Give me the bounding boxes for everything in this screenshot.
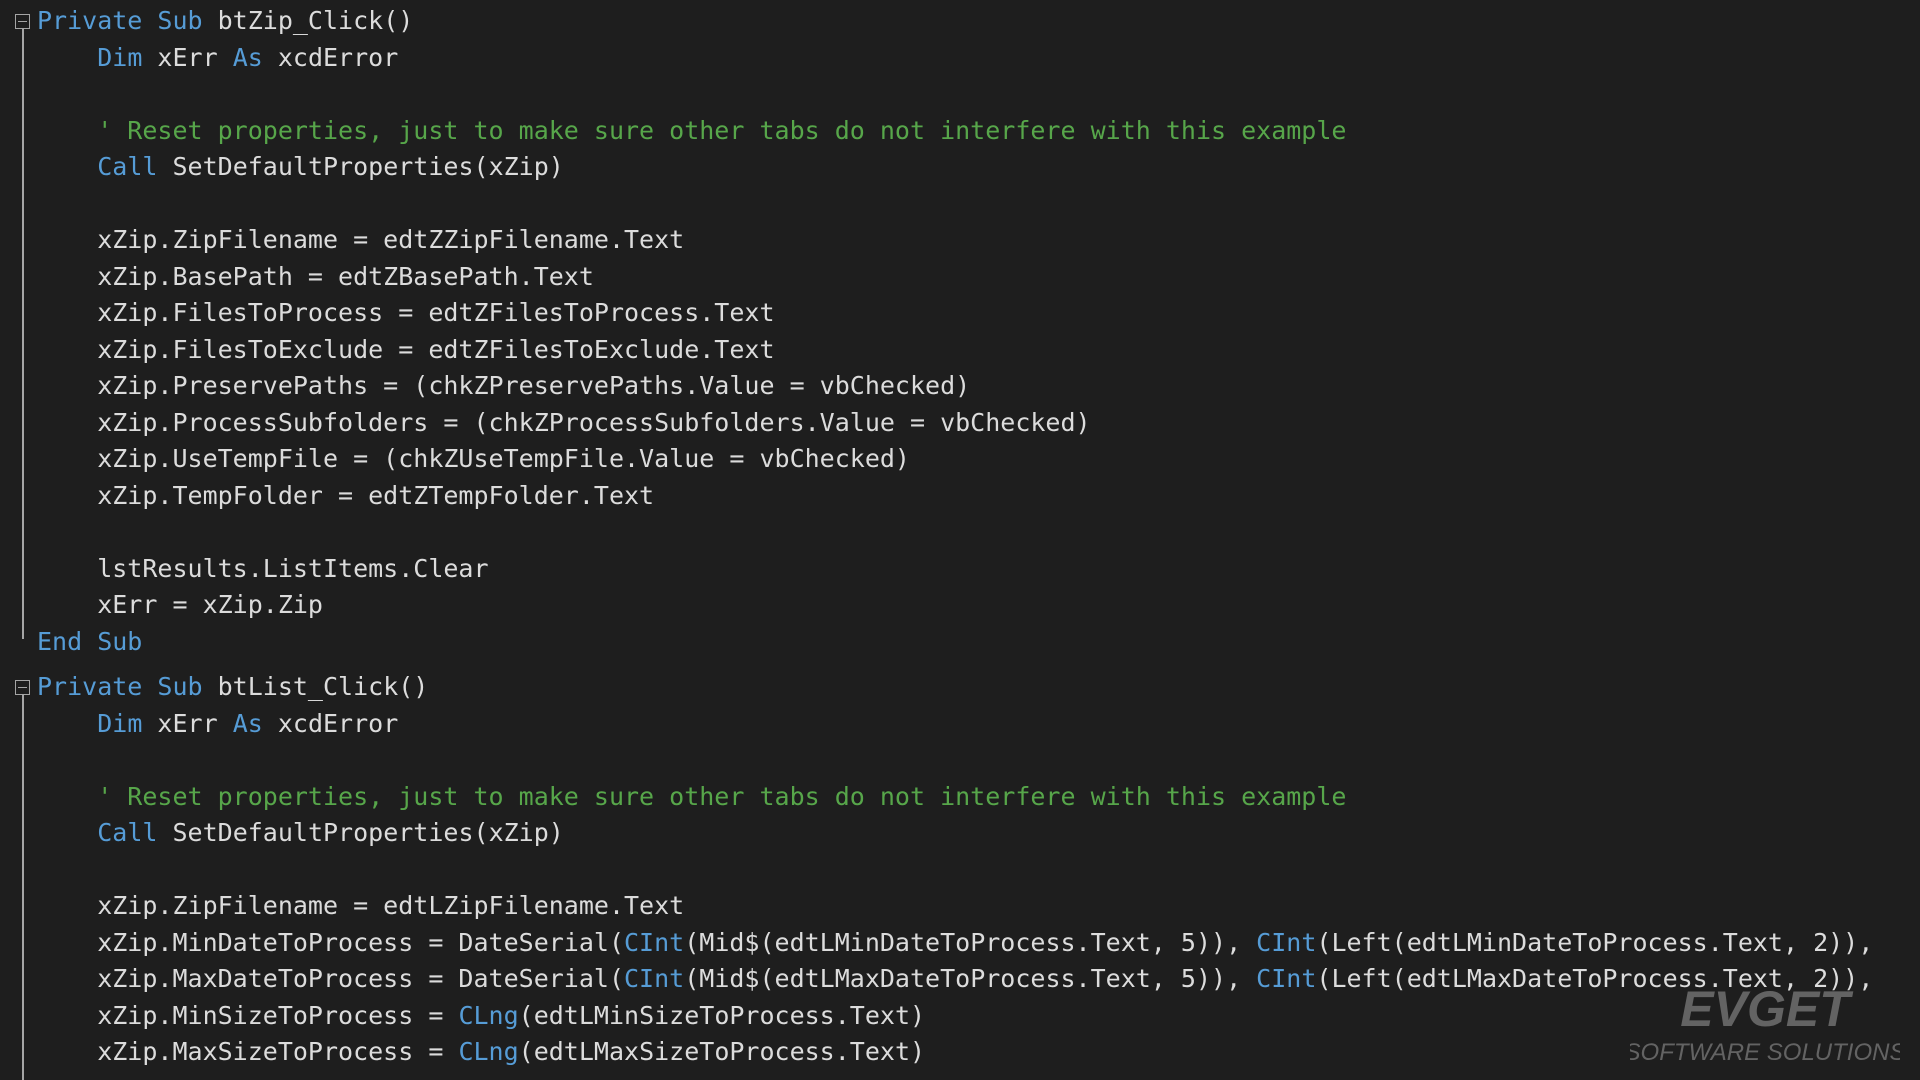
code-line[interactable]: xZip.ZipFilename = edtLZipFilename.Text [37, 888, 684, 925]
function-token: CInt [624, 964, 685, 993]
code-token: xZip.ProcessSubfolders = (chkZProcessSub… [37, 407, 1091, 437]
code-line[interactable]: xZip.FilesToExclude = edtZFilesToExclude… [37, 332, 775, 369]
function-token: CInt [1256, 964, 1317, 993]
code-line[interactable]: Call SetDefaultProperties(xZip) [37, 149, 564, 186]
code-token: (edtLMaxSizeToProcess.Text) [518, 1037, 926, 1066]
code-editor[interactable]: Private Sub btZip_Click() Dim xErr As xc… [0, 0, 1920, 1080]
code-line[interactable]: Call SetDefaultProperties(xZip) [37, 815, 564, 852]
code-line[interactable]: xZip.BasePath = edtZBasePath.Text [37, 259, 594, 296]
evget-watermark-logo: EVGET SOFTWARE SOLUTIONS [1630, 981, 1900, 1066]
code-token: (Mid$(edtLMaxDateToProcess.Text, 5)), [684, 964, 1257, 993]
keyword-token: Private Sub [37, 672, 203, 701]
code-line[interactable]: xZip.ProcessSubfolders = (chkZProcessSub… [37, 405, 1091, 442]
collapse-icon[interactable] [15, 680, 30, 695]
code-token: (Left(edtLMinDateToProcess.Text, 2)), [1316, 927, 1889, 957]
keyword-token: Dim [97, 708, 143, 738]
function-token: CLng [458, 1000, 519, 1030]
code-line[interactable]: xZip.MinDateToProcess = DateSerial(CInt(… [37, 925, 1888, 962]
code-token: xZip.BasePath = edtZBasePath.Text [37, 261, 594, 291]
code-line[interactable]: End Sub [37, 624, 142, 661]
function-token: CInt [1256, 927, 1317, 957]
code-token: xErr [142, 42, 233, 72]
keyword-token: Call [97, 152, 158, 181]
watermark-brand: EVGET [1680, 981, 1854, 1037]
function-token: CLng [458, 1037, 519, 1066]
code-line[interactable]: xZip.UseTempFile = (chkZUseTempFile.Valu… [37, 441, 910, 478]
comment-token: ' Reset properties, just to make sure ot… [37, 115, 1347, 145]
code-line[interactable]: lstResults.ListItems.Clear [37, 551, 489, 588]
keyword-token: Dim [97, 42, 143, 72]
code-line[interactable]: ' Reset properties, just to make sure ot… [37, 113, 1346, 150]
fold-guide [22, 695, 24, 1080]
code-token: xZip.TempFolder = edtZTempFolder.Text [37, 480, 655, 510]
code-line[interactable]: Dim xErr As xcdError [37, 40, 398, 77]
code-token: xZip.PreservePaths = (chkZPreservePaths.… [37, 371, 971, 400]
function-token: CInt [624, 927, 685, 957]
code-token: lstResults.ListItems.Clear [37, 553, 489, 583]
code-line[interactable]: xZip.FilesToProcess = edtZFilesToProcess… [37, 295, 775, 332]
code-line[interactable]: xZip.TempFolder = edtZTempFolder.Text [37, 478, 654, 515]
keyword-token: Private Sub [37, 6, 203, 35]
code-line[interactable]: xZip.ZipFilename = edtZZipFilename.Text [37, 222, 684, 259]
code-line[interactable]: Private Sub btZip_Click() [37, 3, 413, 40]
keyword-token: As [232, 42, 263, 72]
code-line[interactable]: xZip.MinSizeToProcess = CLng(edtLMinSize… [37, 998, 925, 1035]
code-token: SetDefaultProperties(xZip) [157, 818, 564, 847]
code-line[interactable]: xZip.MaxDateToProcess = DateSerial(CInt(… [37, 961, 1888, 998]
code-token: xZip.FilesToExclude = edtZFilesToExclude… [37, 334, 775, 364]
code-token: xErr = xZip.Zip [37, 590, 323, 619]
code-token: (edtLMinSizeToProcess.Text) [518, 1000, 926, 1030]
watermark-tagline: SOFTWARE SOLUTIONS [1630, 1039, 1900, 1066]
code-line[interactable]: xZip.MaxSizeToProcess = CLng(edtLMaxSize… [37, 1034, 925, 1071]
code-token: SetDefaultProperties(xZip) [157, 152, 564, 181]
code-token: xZip.UseTempFile = (chkZUseTempFile.Valu… [37, 444, 910, 473]
code-token: xZip.MaxSizeToProcess = [37, 1037, 459, 1066]
code-line[interactable]: Dim xErr As xcdError [37, 706, 398, 743]
code-token: xcdError [262, 708, 399, 738]
code-token: xcdError [262, 42, 399, 72]
keyword-token: As [232, 708, 263, 738]
code-token: xErr [142, 708, 233, 738]
code-token: xZip.MaxDateToProcess = DateSerial( [37, 964, 624, 993]
code-token: xZip.FilesToProcess = edtZFilesToProcess… [37, 298, 775, 327]
keyword-token: End Sub [37, 626, 143, 656]
keyword-token: Call [97, 818, 158, 847]
code-token: (Mid$(edtLMinDateToProcess.Text, 5)), [684, 927, 1257, 957]
code-line[interactable]: Private Sub btList_Click() [37, 669, 428, 706]
code-line[interactable]: ' Reset properties, just to make sure ot… [37, 779, 1346, 816]
comment-token: ' Reset properties, just to make sure ot… [37, 781, 1347, 811]
code-token: xZip.MinSizeToProcess = [37, 1000, 459, 1030]
collapse-icon[interactable] [15, 14, 30, 29]
code-token: btList_Click() [202, 672, 429, 701]
code-line[interactable]: xZip.PreservePaths = (chkZPreservePaths.… [37, 368, 970, 405]
fold-guide [22, 29, 24, 639]
code-token: xZip.MinDateToProcess = DateSerial( [37, 927, 624, 957]
code-line[interactable]: xErr = xZip.Zip [37, 587, 323, 624]
code-token: xZip.ZipFilename = edtZZipFilename.Text [37, 225, 685, 254]
code-token: btZip_Click() [202, 6, 414, 35]
code-token: xZip.ZipFilename = edtLZipFilename.Text [37, 891, 685, 920]
